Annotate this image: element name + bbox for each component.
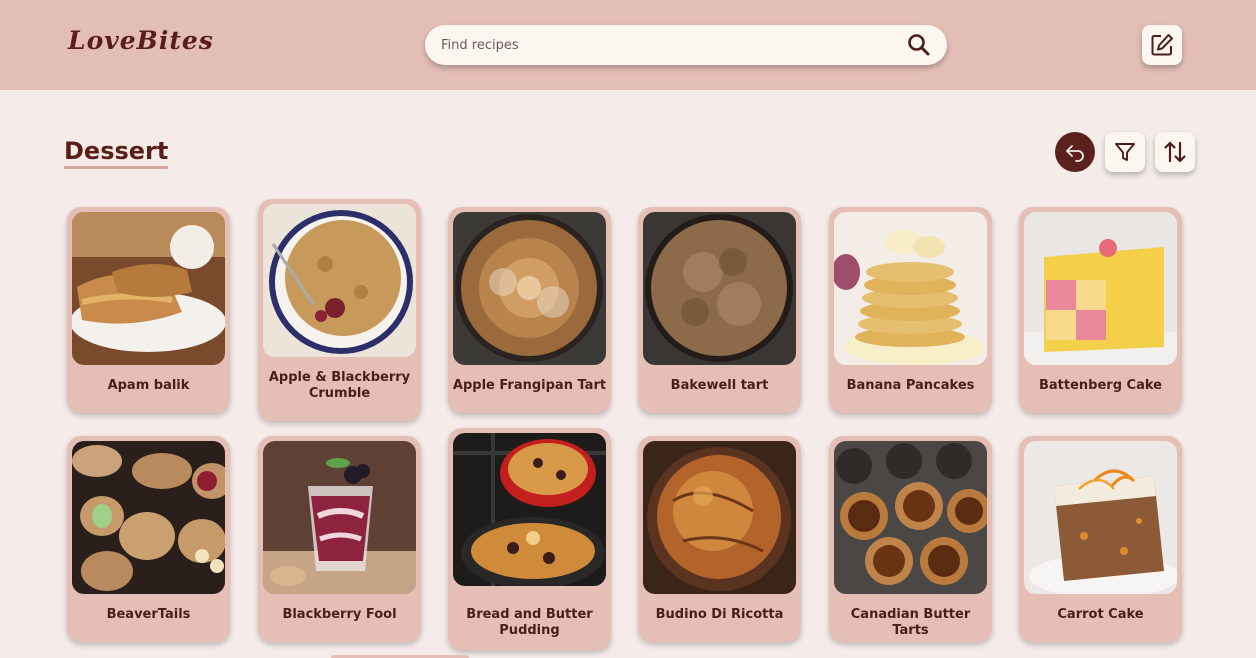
- logo[interactable]: LoveBites: [68, 26, 214, 55]
- sort-arrows-icon: [1164, 141, 1186, 163]
- recipe-photo: [834, 212, 987, 365]
- sort-button[interactable]: [1155, 132, 1195, 172]
- undo-arrow-icon: [1066, 145, 1084, 162]
- recipe-name: BeaverTails: [106, 607, 191, 622]
- recipe-photo: [834, 441, 987, 594]
- recipe-photo: [1024, 212, 1177, 365]
- recipe-card[interactable]: Apple Frangipan Tart: [448, 207, 611, 413]
- recipe-photo: [453, 433, 606, 586]
- recipe-card[interactable]: Bakewell tart: [638, 207, 801, 413]
- filter-button[interactable]: [1105, 132, 1145, 172]
- recipe-name: Battenberg Cake: [1039, 378, 1162, 393]
- recipe-name: Budino Di Ricotta: [655, 607, 784, 622]
- recipe-name: Canadian Butter Tarts: [850, 607, 971, 638]
- edit-icon: [1151, 34, 1173, 56]
- recipe-name: Apam balik: [107, 378, 190, 393]
- recipe-photo: [643, 441, 796, 594]
- recipe-name: Blackberry Fool: [282, 607, 397, 622]
- recipe-name: Bakewell tart: [670, 378, 769, 393]
- recipe-name: Apple & Blackberry Crumble: [268, 370, 411, 401]
- recipe-card[interactable]: Canadian Butter Tarts: [829, 436, 992, 642]
- search-icon[interactable]: [906, 32, 932, 58]
- recipe-photo: [72, 212, 225, 365]
- back-button[interactable]: [1055, 132, 1095, 172]
- recipe-photo: [263, 441, 416, 594]
- search-bar[interactable]: [425, 25, 947, 65]
- recipe-card[interactable]: BeaverTails: [67, 436, 230, 642]
- page-title: Dessert: [64, 136, 169, 169]
- recipe-photo: [72, 441, 225, 594]
- edit-button[interactable]: [1142, 25, 1182, 65]
- recipe-card[interactable]: Blackberry Fool: [258, 436, 421, 642]
- recipe-photo: [643, 212, 796, 365]
- search-input[interactable]: [441, 25, 901, 65]
- recipe-card[interactable]: Carrot Cake: [1019, 436, 1182, 642]
- filter-icon: [1115, 143, 1135, 161]
- recipe-photo: [1024, 441, 1177, 594]
- recipe-name: Apple Frangipan Tart: [452, 378, 607, 393]
- recipe-photo: [453, 212, 606, 365]
- recipe-name: Carrot Cake: [1057, 607, 1144, 622]
- recipe-card[interactable]: Apple & Blackberry Crumble: [258, 199, 421, 421]
- recipe-card[interactable]: Budino Di Ricotta: [638, 436, 801, 642]
- recipe-name: Banana Pancakes: [846, 378, 975, 393]
- recipe-photo: [263, 204, 416, 357]
- recipe-card[interactable]: Apam balik: [67, 207, 230, 413]
- recipe-card[interactable]: Banana Pancakes: [829, 207, 992, 413]
- recipe-name: Bread and Butter Pudding: [466, 607, 593, 638]
- recipe-card[interactable]: Bread and Butter Pudding: [448, 428, 611, 650]
- recipe-card[interactable]: Battenberg Cake: [1019, 207, 1182, 413]
